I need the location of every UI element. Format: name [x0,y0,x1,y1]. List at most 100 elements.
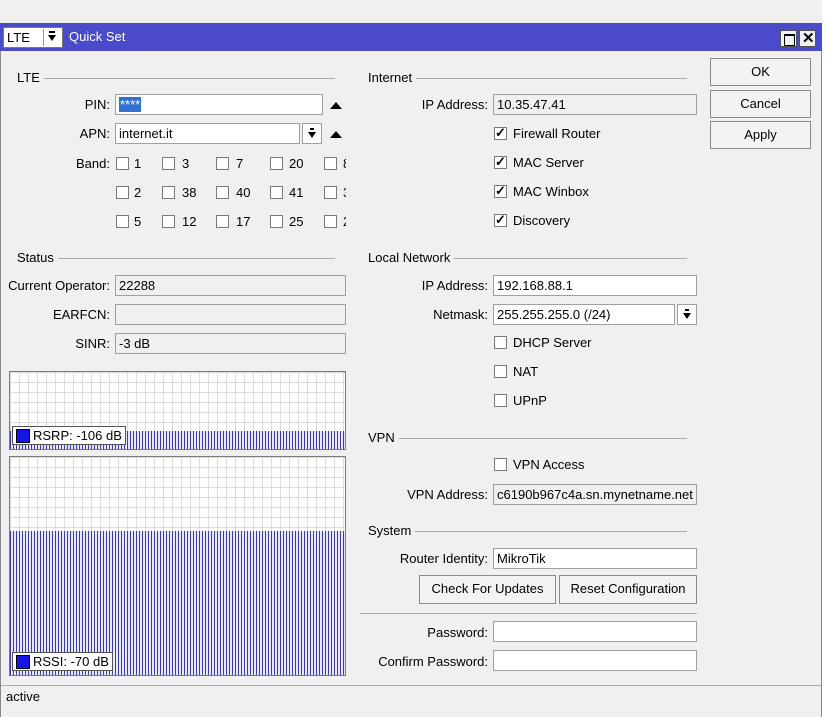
status-section-header: Status [9,250,335,272]
band-checkbox[interactable] [116,215,129,228]
earfcn-field [115,304,346,325]
rssi-legend-swatch [16,655,30,669]
band-label-item: 20 [289,156,304,171]
background-window-edge [822,0,828,717]
rssi-graph: RSSI: -70 dB [9,456,346,676]
divider [360,613,697,614]
band-checkbox[interactable] [216,215,229,228]
vpn-section-title: VPN [360,430,399,445]
nat-label: NAT [513,364,539,379]
check-for-updates-button[interactable]: Check For Updates [419,575,556,604]
router-identity-field[interactable]: MikroTik [493,548,697,569]
band-checkbox[interactable] [270,215,283,228]
confirm-password-label: Confirm Password: [378,654,488,669]
maximize-button[interactable] [780,30,797,47]
band-label-item: 12 [182,214,197,229]
band-label-item: 38 [182,185,197,200]
band-checkbox[interactable] [162,186,175,199]
band-label-item: 1 [134,156,142,171]
mode-select[interactable]: LTE [3,27,63,48]
vpn-section-header: VPN [360,430,687,452]
status-bar: active [1,685,821,708]
vpn-access-checkbox[interactable] [494,458,507,471]
band-checkbox[interactable] [116,157,129,170]
operator-label: Current Operator: [8,278,110,293]
apply-button[interactable]: Apply [710,121,811,149]
status-section-title: Status [9,250,58,265]
vpn-access-label: VPN Access [513,457,585,472]
password-field[interactable] [493,621,697,642]
rsrp-legend-text: RSRP: -106 dB [33,428,122,443]
rsrp-legend-swatch [16,429,30,443]
apn-dropdown-button[interactable] [302,123,322,144]
local-network-section-header: Local Network [360,250,687,272]
band-label-item: 8 [343,156,346,171]
netmask-label: Netmask: [433,307,488,322]
confirm-password-field[interactable] [493,650,697,671]
discovery-checkbox[interactable] [494,212,507,228]
netmask-field[interactable]: 255.255.255.0 (/24) [493,304,675,325]
mac-server-label: MAC Server [513,155,584,170]
band-checkbox[interactable] [162,215,175,228]
upnp-checkbox[interactable] [494,394,507,407]
chevron-down-icon[interactable] [43,29,61,46]
dhcp-server-checkbox[interactable] [494,336,507,349]
band-label-item: 25 [289,214,304,229]
band-checkbox[interactable] [324,157,337,170]
firewall-router-checkbox[interactable] [494,125,507,141]
band-label-item: 41 [289,185,304,200]
status-text: active [6,689,40,704]
mode-select-value: LTE [7,30,30,45]
vpn-address-label: VPN Address: [407,487,488,502]
lte-section-title: LTE [9,70,44,85]
rsrp-legend: RSRP: -106 dB [12,426,126,445]
close-icon: ✕ [802,30,815,47]
earfcn-label: EARFCN: [52,307,110,322]
band-label-item: 2 [134,185,142,200]
band-label-item: 17 [236,214,251,229]
band-label-item: 5 [134,214,142,229]
band-checkbox[interactable] [324,215,337,228]
rssi-legend-text: RSSI: -70 dB [33,654,109,669]
dhcp-server-label: DHCP Server [513,335,592,350]
band-checkbox[interactable] [216,186,229,199]
netmask-dropdown-button[interactable] [677,304,697,325]
band-label-item: 3 [182,156,190,171]
internet-ip-label: IP Address: [421,97,488,112]
pin-label: PIN: [84,97,110,112]
sinr-label: SINR: [75,336,110,351]
local-ip-field[interactable]: 192.168.88.1 [493,275,697,296]
band-checkbox[interactable] [116,186,129,199]
band-checkbox[interactable] [270,186,283,199]
reset-configuration-button[interactable]: Reset Configuration [559,575,697,604]
rsrp-graph: RSRP: -106 dB [9,371,346,450]
band-checkbox[interactable] [270,157,283,170]
lte-section-header: LTE [9,70,335,92]
local-network-section-title: Local Network [360,250,455,265]
router-identity-label: Router Identity: [399,551,488,566]
upnp-label: UPnP [513,393,547,408]
system-section-title: System [360,523,416,538]
cancel-button[interactable]: Cancel [710,90,811,118]
band-label-item: 3 [343,185,346,200]
mac-server-checkbox[interactable] [494,154,507,170]
close-button[interactable]: ✕ [799,30,816,47]
band-label: Band: [76,156,110,171]
band-checkbox[interactable] [162,157,175,170]
collapse-pin-icon[interactable] [330,102,342,109]
mac-winbox-label: MAC Winbox [513,184,589,199]
password-label: Password: [427,625,488,640]
apn-field[interactable]: internet.it [115,123,300,144]
nat-checkbox[interactable] [494,365,507,378]
local-ip-label: IP Address: [421,278,488,293]
ok-button[interactable]: OK [710,58,811,86]
internet-section-title: Internet [360,70,417,85]
chevron-down-icon [308,128,316,138]
collapse-apn-icon[interactable] [330,131,342,138]
band-checkbox[interactable] [324,186,337,199]
apn-label: APN: [79,126,110,141]
mac-winbox-checkbox[interactable] [494,183,507,199]
band-checkbox[interactable] [216,157,229,170]
pin-field[interactable]: **** [115,94,323,115]
pin-value: **** [119,97,142,112]
